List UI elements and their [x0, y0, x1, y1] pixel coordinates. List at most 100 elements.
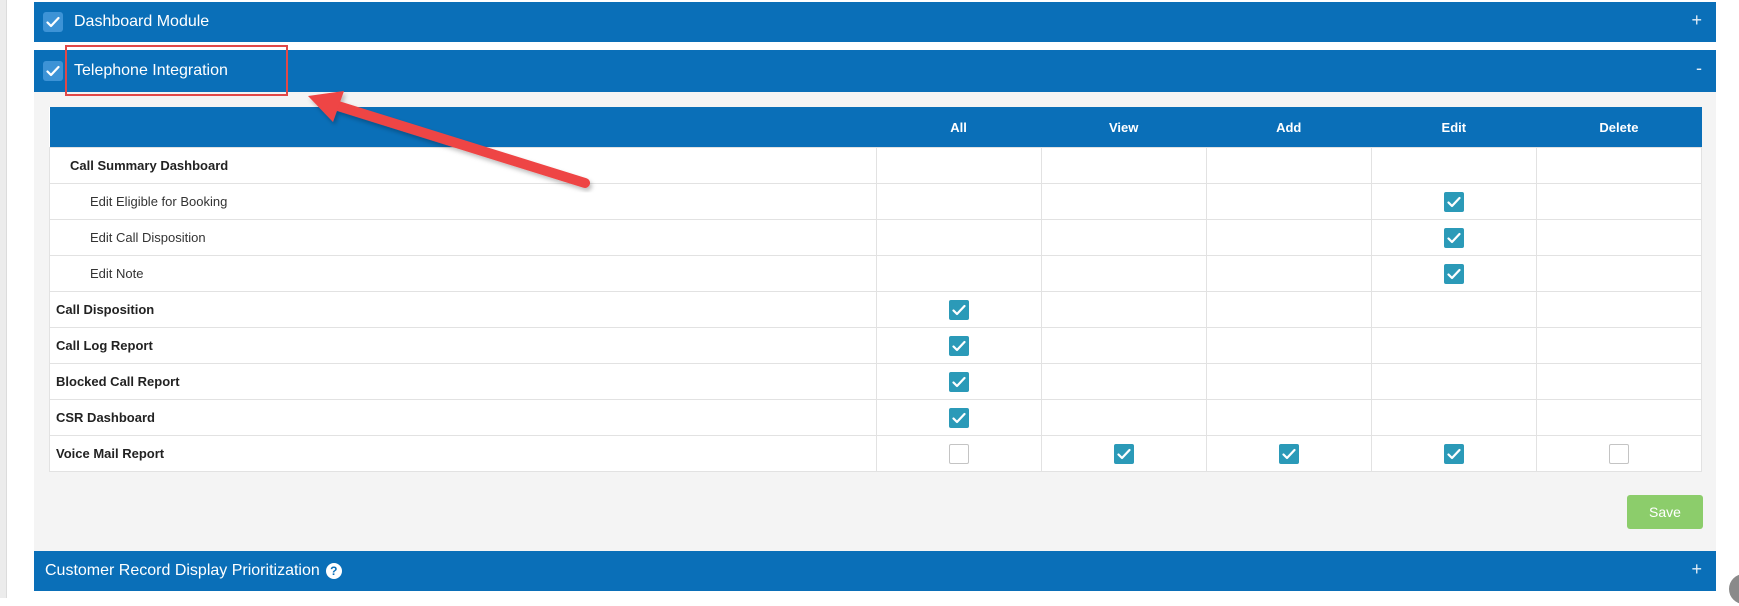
check-icon	[1282, 448, 1296, 459]
checked-checkbox[interactable]	[1443, 191, 1464, 212]
permission-cell	[1535, 255, 1703, 292]
checked-checkbox[interactable]	[1443, 227, 1464, 248]
permission-cell	[1370, 183, 1537, 220]
permission-cell	[1205, 291, 1372, 328]
permission-cell	[1370, 363, 1537, 400]
customer-record-header[interactable]: Customer Record Display Prioritization ?…	[34, 551, 1716, 591]
check-icon	[951, 304, 966, 315]
permission-cell	[875, 147, 1042, 184]
check-icon	[1447, 268, 1461, 279]
checked-checkbox[interactable]	[948, 299, 969, 320]
permission-cell	[875, 219, 1042, 256]
checked-checkbox[interactable]	[948, 371, 969, 392]
dashboard-module-checkbox[interactable]	[43, 12, 63, 32]
permission-cell	[875, 363, 1042, 400]
checked-checkbox[interactable]	[1443, 263, 1464, 284]
permission-cell	[1370, 219, 1537, 256]
permission-cell	[1040, 435, 1207, 472]
table-row: Voice Mail Report	[49, 435, 1703, 472]
permission-cell	[1535, 435, 1703, 472]
checked-checkbox[interactable]	[1113, 443, 1134, 464]
permission-cell	[875, 435, 1042, 472]
telephone-integration-body: All View Add Edit Delete Call Summary Dashbo…	[34, 92, 1716, 551]
telephone-integration-checkbox[interactable]	[43, 61, 63, 81]
table-row: Edit Note	[49, 255, 1703, 292]
unchecked-checkbox[interactable]	[1608, 443, 1629, 464]
table-row: Edit Call Disposition	[49, 219, 1703, 256]
collapse-icon[interactable]: -	[1696, 58, 1702, 79]
permission-cell	[1040, 255, 1207, 292]
check-icon	[1447, 196, 1461, 207]
table-row: CSR Dashboard	[49, 399, 1703, 436]
corner-widget[interactable]	[1727, 572, 1739, 606]
dashboard-module-header[interactable]: Dashboard Module +	[34, 2, 1716, 42]
dashboard-module-title: Dashboard Module	[74, 13, 210, 30]
check-icon	[951, 412, 966, 423]
permission-label: Call Summary Dashboard	[49, 147, 877, 184]
column-header-name	[49, 107, 877, 148]
permission-cell	[1370, 255, 1537, 292]
permission-cell	[875, 399, 1042, 436]
checked-checkbox[interactable]	[1278, 443, 1299, 464]
permission-label: Call Log Report	[49, 327, 877, 364]
expand-icon[interactable]: +	[1691, 10, 1702, 31]
column-header-view: View	[1041, 107, 1207, 148]
permission-cell	[1535, 219, 1703, 256]
permission-cell	[1040, 291, 1207, 328]
permission-label: Blocked Call Report	[49, 363, 877, 400]
permission-cell	[1040, 219, 1207, 256]
column-header-edit: Edit	[1371, 107, 1537, 148]
permission-cell	[1040, 399, 1207, 436]
permission-cell	[1040, 147, 1207, 184]
table-header-row: All View Add Edit Delete	[49, 107, 1702, 148]
column-header-delete: Delete	[1536, 107, 1702, 148]
check-icon	[46, 16, 60, 28]
permission-cell	[1040, 327, 1207, 364]
telephone-integration-title: Telephone Integration	[74, 62, 228, 79]
permission-label: Voice Mail Report	[49, 435, 877, 472]
permission-label: Edit Eligible for Booking	[49, 183, 877, 220]
checked-checkbox[interactable]	[1443, 443, 1464, 464]
permission-cell	[1370, 399, 1537, 436]
check-icon	[46, 65, 60, 77]
customer-record-title-wrap: Customer Record Display Prioritization ?	[45, 562, 342, 580]
telephone-integration-header[interactable]: Telephone Integration -	[34, 50, 1716, 92]
permission-cell	[875, 255, 1042, 292]
check-icon	[1447, 232, 1461, 243]
expand-icon[interactable]: +	[1691, 559, 1702, 580]
check-icon	[1447, 448, 1461, 459]
table-row: Call Disposition	[49, 291, 1703, 328]
permission-label: Edit Note	[49, 255, 877, 292]
permission-cell	[1370, 147, 1537, 184]
check-icon	[951, 376, 966, 387]
column-header-add: Add	[1206, 107, 1372, 148]
permission-cell	[1370, 327, 1537, 364]
question-circle-icon[interactable]: ?	[325, 563, 342, 579]
table-row: Edit Eligible for Booking	[49, 183, 1703, 220]
table-row: Call Summary Dashboard	[49, 147, 1703, 184]
table-row: Blocked Call Report	[49, 363, 1703, 400]
check-icon	[1117, 448, 1131, 459]
permissions-table: All View Add Edit Delete Call Summary Dashbo…	[49, 107, 1703, 472]
permission-label: Call Disposition	[49, 291, 877, 328]
permission-label: Edit Call Disposition	[49, 219, 877, 256]
permission-cell	[1370, 291, 1537, 328]
column-header-all: All	[876, 107, 1042, 148]
permission-cell	[1370, 435, 1537, 472]
checked-checkbox[interactable]	[948, 407, 969, 428]
permission-cell	[1535, 327, 1703, 364]
permission-cell	[875, 327, 1042, 364]
unchecked-checkbox[interactable]	[948, 443, 969, 464]
save-button[interactable]: Save	[1627, 495, 1703, 529]
table-row: Call Log Report	[49, 327, 1703, 364]
checked-checkbox[interactable]	[948, 335, 969, 356]
permission-cell	[1205, 255, 1372, 292]
permission-cell	[1535, 183, 1703, 220]
permission-cell	[875, 183, 1042, 220]
permission-cell	[1205, 219, 1372, 256]
permission-cell	[1535, 291, 1703, 328]
left-edge-strip	[0, 0, 7, 598]
permission-cell	[1535, 363, 1703, 400]
permission-cell	[1205, 147, 1372, 184]
permission-label: CSR Dashboard	[49, 399, 877, 436]
